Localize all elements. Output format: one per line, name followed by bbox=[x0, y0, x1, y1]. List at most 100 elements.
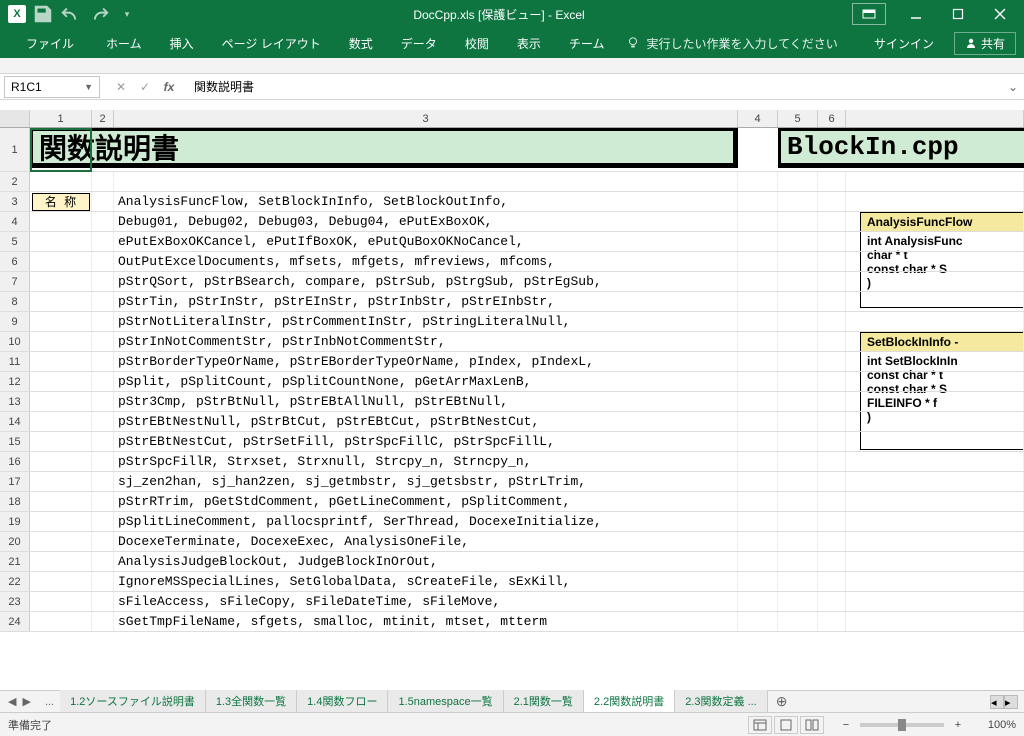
row-header[interactable]: 13 bbox=[0, 392, 30, 411]
row-header[interactable]: 7 bbox=[0, 272, 30, 291]
zoom-out-button[interactable]: − bbox=[838, 719, 854, 731]
row-header[interactable]: 18 bbox=[0, 492, 30, 511]
sheet-tab[interactable]: 1.5namespace一覧 bbox=[388, 690, 503, 714]
table-row[interactable]: 12pSplit, pSplitCount, pSplitCountNone, … bbox=[0, 372, 1024, 392]
select-all-corner[interactable] bbox=[0, 110, 30, 127]
row-header[interactable]: 9 bbox=[0, 312, 30, 331]
tab-review[interactable]: 校閲 bbox=[451, 28, 503, 58]
table-row[interactable]: 19 pSplitLineComment, pallocsprintf, SerT… bbox=[0, 512, 1024, 532]
sheet-nav-prev-icon[interactable]: ◀ bbox=[6, 695, 18, 708]
row-header[interactable]: 6 bbox=[0, 252, 30, 271]
cell-content[interactable]: sGetTmpFileName, sfgets, smalloc, mtinit… bbox=[114, 612, 738, 631]
name-box[interactable]: R1C1 ▼ bbox=[4, 76, 100, 98]
table-row[interactable]: 18 pStrRTrim, pGetStdComment, pGetLineCom… bbox=[0, 492, 1024, 512]
tab-view[interactable]: 表示 bbox=[503, 28, 555, 58]
maximize-button[interactable] bbox=[938, 1, 978, 27]
zoom-percent[interactable]: 100% bbox=[972, 719, 1016, 731]
cell-content[interactable]: pStrInNotCommentStr, pStrInbNotCommentSt… bbox=[114, 332, 738, 351]
chevron-down-icon[interactable]: ▼ bbox=[84, 82, 93, 92]
table-row[interactable]: 2 bbox=[0, 172, 1024, 192]
add-sheet-icon[interactable]: ⊕ bbox=[768, 693, 796, 710]
scroll-right-icon[interactable]: ▸ bbox=[1004, 695, 1018, 709]
cell-content[interactable]: pStrBorderTypeOrName, pStrEBorderTypeOrN… bbox=[114, 352, 738, 371]
tab-insert[interactable]: 挿入 bbox=[156, 28, 208, 58]
table-row[interactable]: 1 bbox=[0, 128, 1024, 172]
cell-content[interactable]: pStrEBtNestNull, pStrBtCut, pStrEBtCut, … bbox=[114, 412, 738, 431]
sheet-tab[interactable]: 2.3関数定義 ... bbox=[675, 690, 768, 714]
col-header[interactable]: 6 bbox=[818, 110, 846, 127]
cell-content[interactable]: pSplitLineComment, pallocsprintf, SerThr… bbox=[114, 512, 738, 531]
row-header[interactable]: 20 bbox=[0, 532, 30, 551]
horizontal-scrollbar[interactable]: ◂ ▸ bbox=[795, 695, 1024, 709]
row-header[interactable]: 11 bbox=[0, 352, 30, 371]
row-header[interactable]: 8 bbox=[0, 292, 30, 311]
spreadsheet-grid[interactable]: 1 2 3 4 5 6 関数説明書 BlockIn.cpp AnalysisFu… bbox=[0, 110, 1024, 672]
table-row[interactable]: 5ePutExBoxOKCancel, ePutIfBoxOK, ePutQuB… bbox=[0, 232, 1024, 252]
cell-content[interactable]: OutPutExcelDocuments, mfsets, mfgets, mf… bbox=[114, 252, 738, 271]
scroll-left-icon[interactable]: ◂ bbox=[990, 695, 1004, 709]
tab-formulas[interactable]: 数式 bbox=[335, 28, 387, 58]
expand-formula-bar-icon[interactable]: ⌄ bbox=[1002, 80, 1024, 94]
formula-input[interactable]: 関数説明書 bbox=[186, 76, 1002, 98]
minimize-button[interactable] bbox=[896, 1, 936, 27]
normal-view-icon[interactable] bbox=[748, 716, 772, 734]
table-row[interactable]: 6 OutPutExcelDocuments, mfsets, mfgets, m… bbox=[0, 252, 1024, 272]
cell-content[interactable]: AnalysisFuncFlow, SetBlockInInfo, SetBlo… bbox=[114, 192, 738, 211]
sheet-tab[interactable]: 2.2関数説明書 bbox=[584, 690, 675, 714]
table-row[interactable]: 4 Debug01, Debug02, Debug03, Debug04, ePu… bbox=[0, 212, 1024, 232]
cell-content[interactable]: pStrEBtNestCut, pStrSetFill, pStrSpcFill… bbox=[114, 432, 738, 451]
cell-content[interactable]: AnalysisJudgeBlockOut, JudgeBlockInOrOut… bbox=[114, 552, 738, 571]
cell-content[interactable]: pStrTin, pStrInStr, pStrEInStr, pStrInbS… bbox=[114, 292, 738, 311]
row-header[interactable]: 1 bbox=[0, 128, 30, 171]
cell-content[interactable]: ePutExBoxOKCancel, ePutIfBoxOK, ePutQuBo… bbox=[114, 232, 738, 251]
row-header[interactable]: 24 bbox=[0, 612, 30, 631]
sheet-tab[interactable]: 1.2ソースファイル説明書 bbox=[60, 690, 206, 714]
cell-content[interactable]: pSplit, pSplitCount, pSplitCountNone, pG… bbox=[114, 372, 738, 391]
tab-file[interactable]: ファイル bbox=[8, 28, 92, 58]
cancel-icon[interactable]: ✕ bbox=[110, 77, 132, 97]
table-row[interactable]: 17 sj_zen2han, sj_han2zen, sj_getmbstr, s… bbox=[0, 472, 1024, 492]
cell-content[interactable]: pStrRTrim, pGetStdComment, pGetLineComme… bbox=[114, 492, 738, 511]
sheet-tab[interactable]: 2.1関数一覧 bbox=[504, 690, 584, 714]
table-row[interactable]: 11 pStrBorderTypeOrName, pStrEBorderTypeO… bbox=[0, 352, 1024, 372]
cell-content[interactable]: pStrQSort, pStrBSearch, compare, pStrSub… bbox=[114, 272, 738, 291]
qat-customize-icon[interactable]: ▾ bbox=[116, 3, 138, 25]
page-layout-view-icon[interactable] bbox=[774, 716, 798, 734]
cell-content[interactable]: Debug01, Debug02, Debug03, Debug04, ePut… bbox=[114, 212, 738, 231]
col-header[interactable]: 3 bbox=[114, 110, 738, 127]
cell-content[interactable]: sFileAccess, sFileCopy, sFileDateTime, s… bbox=[114, 592, 738, 611]
undo-icon[interactable] bbox=[60, 3, 82, 25]
row-header[interactable]: 3 bbox=[0, 192, 30, 211]
tab-data[interactable]: データ bbox=[387, 28, 451, 58]
table-row[interactable]: 9 pStrNotLiteralInStr, pStrCommentInStr, … bbox=[0, 312, 1024, 332]
table-row[interactable]: 20DocexeTerminate, DocexeExec, AnalysisO… bbox=[0, 532, 1024, 552]
zoom-thumb[interactable] bbox=[898, 719, 906, 731]
cell-content[interactable]: pStrNotLiteralInStr, pStrCommentInStr, p… bbox=[114, 312, 738, 331]
row-header[interactable]: 16 bbox=[0, 452, 30, 471]
col-header[interactable]: 2 bbox=[92, 110, 114, 127]
table-row[interactable]: 21AnalysisJudgeBlockOut, JudgeBlockInOrO… bbox=[0, 552, 1024, 572]
tab-home[interactable]: ホーム bbox=[92, 28, 156, 58]
table-row[interactable]: 24 sGetTmpFileName, sfgets, smalloc, mtin… bbox=[0, 612, 1024, 632]
col-header[interactable]: 5 bbox=[778, 110, 818, 127]
table-row[interactable]: 10pStrInNotCommentStr, pStrInbNotComment… bbox=[0, 332, 1024, 352]
table-row[interactable]: 7 pStrQSort, pStrBSearch, compare, pStrSu… bbox=[0, 272, 1024, 292]
sheet-nav-next-icon[interactable]: ▶ bbox=[20, 695, 32, 708]
tab-team[interactable]: チーム bbox=[555, 28, 619, 58]
sheet-tab[interactable]: 1.3全関数一覧 bbox=[206, 690, 297, 714]
table-row[interactable]: 15pStrEBtNestCut, pStrSetFill, pStrSpcFi… bbox=[0, 432, 1024, 452]
row-header[interactable]: 4 bbox=[0, 212, 30, 231]
row-header[interactable]: 17 bbox=[0, 472, 30, 491]
table-row[interactable]: 3名 称AnalysisFuncFlow, SetBlockInInfo, Se… bbox=[0, 192, 1024, 212]
cell-content[interactable]: sj_zen2han, sj_han2zen, sj_getmbstr, sj_… bbox=[114, 472, 738, 491]
table-row[interactable]: 13pStr3Cmp, pStrBtNull, pStrEBtAllNull, … bbox=[0, 392, 1024, 412]
table-row[interactable]: 14pStrEBtNestNull, pStrBtCut, pStrEBtCut… bbox=[0, 412, 1024, 432]
share-button[interactable]: 共有 bbox=[954, 32, 1016, 55]
row-header[interactable]: 22 bbox=[0, 572, 30, 591]
row-header[interactable]: 19 bbox=[0, 512, 30, 531]
redo-icon[interactable] bbox=[88, 3, 110, 25]
table-row[interactable]: 22IgnoreMSSpecialLines, SetGlobalData, s… bbox=[0, 572, 1024, 592]
table-row[interactable]: 23sFileAccess, sFileCopy, sFileDateTime,… bbox=[0, 592, 1024, 612]
close-button[interactable] bbox=[980, 1, 1020, 27]
table-row[interactable]: 16pStrSpcFillR, Strxset, Strxnull, Strcp… bbox=[0, 452, 1024, 472]
